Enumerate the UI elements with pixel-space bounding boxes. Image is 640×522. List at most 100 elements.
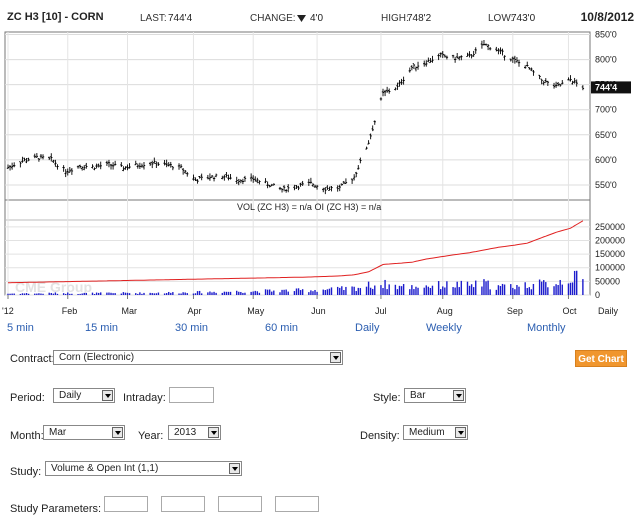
volume-bar [324, 290, 327, 295]
volume-bar [312, 291, 314, 295]
study-param-input-1[interactable] [104, 496, 148, 512]
volume-bar [514, 289, 516, 295]
volume-bar [71, 293, 73, 295]
volume-bar [341, 286, 343, 295]
timeframe-weekly-link[interactable]: Weekly [426, 322, 462, 334]
volume-bar [571, 282, 574, 295]
volume-bar [227, 291, 230, 295]
volume-bar [343, 290, 345, 295]
volume-bar [155, 293, 158, 295]
volume-bar [297, 288, 300, 295]
volume-bar [355, 291, 357, 295]
volume-bar [386, 289, 388, 295]
timeframe-60min-link[interactable]: 60 min [265, 322, 298, 334]
volume-bar [394, 284, 397, 295]
volume-bar [56, 293, 59, 295]
volume-bar [120, 293, 123, 295]
study-param-input-3[interactable] [218, 496, 262, 512]
x-tick-label: Apr [187, 306, 201, 316]
volume-bar [163, 293, 166, 295]
volume-bar [124, 292, 127, 295]
volume-bar [209, 291, 211, 295]
x-tick-label: May [247, 306, 265, 316]
period-select[interactable]: Daily [53, 388, 115, 403]
chevron-down-icon [229, 463, 240, 474]
intraday-input[interactable] [169, 387, 214, 403]
volume-bar [518, 286, 520, 295]
volume-bar [283, 289, 285, 295]
volume-bar [330, 287, 333, 295]
volume-bar [413, 289, 415, 295]
volume-bar [357, 287, 359, 295]
month-select-value: Mar [49, 427, 67, 438]
study-param-input-4[interactable] [275, 496, 319, 512]
year-select-value: 2013 [174, 427, 197, 438]
month-select[interactable]: Mar [43, 425, 125, 440]
volume-bar [512, 287, 514, 295]
density-select[interactable]: Medium [403, 425, 468, 440]
study-select[interactable]: Volume & Open Int (1,1) [45, 461, 242, 476]
volume-tick-label: 200000 [595, 235, 625, 245]
quote-header: ZC H3 [10] - CORN LAST: 744'4 CHANGE: 4'… [0, 0, 640, 28]
get-chart-button[interactable]: Get Chart [575, 350, 627, 367]
volume-bar [285, 289, 287, 295]
year-select[interactable]: 2013 [168, 425, 221, 440]
volume-bar [36, 293, 38, 295]
volume-bar [110, 292, 112, 295]
volume-bar [555, 284, 557, 295]
volume-bar [575, 270, 578, 295]
volume-bar [497, 285, 500, 295]
timeframe-30min-link[interactable]: 30 min [175, 322, 208, 334]
volume-bar [281, 289, 283, 295]
study-param-input-2[interactable] [161, 496, 205, 512]
x-period-label: Daily [598, 306, 619, 316]
volume-bar [472, 287, 475, 295]
volume-bar [225, 291, 228, 295]
timeframe-5min-link[interactable]: 5 min [7, 322, 34, 334]
volume-bar [301, 289, 304, 295]
price-chart: 850'0800'0750'0700'0650'0600'0550'025000… [2, 30, 631, 316]
volume-bar [52, 293, 55, 295]
volume-bar [240, 291, 242, 295]
volume-bar [532, 283, 535, 295]
volume-tick-label: 50000 [595, 276, 620, 286]
volume-tick-label: 100000 [595, 263, 625, 273]
volume-bar [79, 293, 81, 295]
volume-bar [242, 292, 244, 295]
volume-bar [582, 279, 584, 295]
volume-bar [489, 289, 491, 295]
volume-bar [192, 293, 195, 295]
style-select[interactable]: Bar [404, 388, 466, 403]
volume-bar [501, 283, 504, 295]
volume-bar [295, 288, 298, 295]
volume-bar [13, 293, 15, 295]
timeframe-15min-link[interactable]: 15 min [85, 322, 118, 334]
volume-bar [384, 279, 386, 295]
volume-bar [207, 292, 209, 295]
volume-bar [238, 291, 240, 295]
volume-bar [141, 293, 143, 295]
x-tick-label: Jul [375, 306, 387, 316]
volume-bar [264, 289, 267, 295]
chart-frame [4, 31, 591, 296]
volume-bar [336, 286, 339, 295]
volume-bar [460, 280, 463, 295]
volume-bar [339, 287, 341, 295]
volume-bar [528, 287, 531, 295]
volume-bar [293, 291, 296, 295]
volume-bar [81, 293, 83, 295]
volume-bar [108, 292, 110, 295]
timeframe-monthly-link[interactable]: Monthly [527, 322, 566, 334]
volume-bar [398, 285, 401, 295]
volume-bar [266, 289, 269, 295]
volume-bar [42, 293, 44, 295]
timeframe-daily-link[interactable]: Daily [355, 322, 379, 334]
volume-bar [396, 289, 399, 295]
volume-bar [452, 287, 454, 295]
volume-bar [229, 291, 232, 295]
volume-bar [9, 293, 11, 295]
quote-date: 10/8/2012 [580, 10, 634, 24]
volume-bar [437, 281, 440, 295]
year-label: Year: [138, 430, 164, 442]
contract-select[interactable]: Corn (Electronic) [53, 350, 343, 365]
